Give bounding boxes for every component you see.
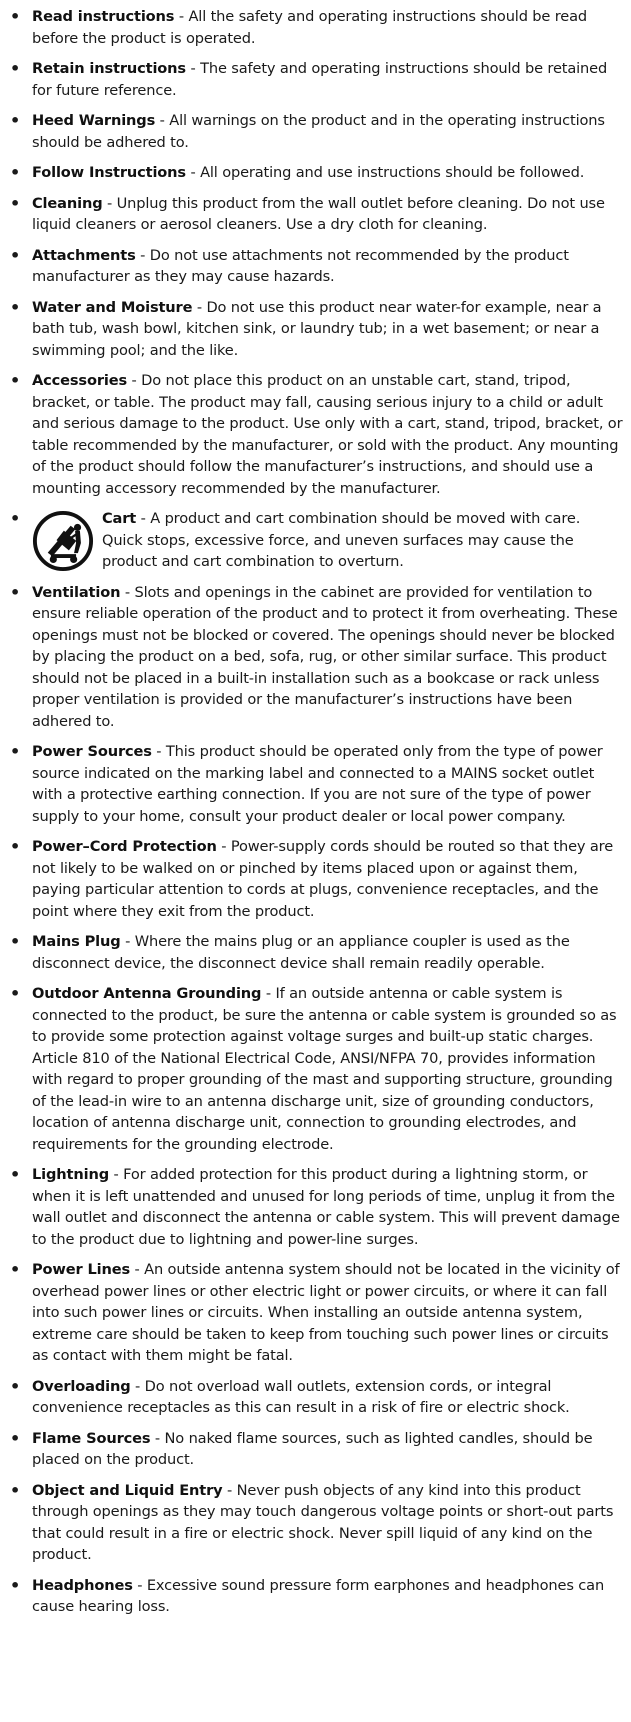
list-item-retain-instructions: • Retain instructions - The safety and op… [8, 58, 623, 101]
list-item-cleaning: • Cleaning - Unplug this product from the… [8, 193, 623, 236]
item-term: Water and Moisture [32, 298, 193, 316]
item-term: Cleaning [32, 194, 103, 212]
item-separator: - [127, 372, 142, 389]
item-separator: - [151, 743, 166, 760]
item-separator: - [136, 510, 151, 527]
item-text: Unplug this product from the wall outlet… [32, 194, 605, 234]
item-separator: - [120, 933, 135, 950]
bullet: • [10, 1575, 21, 1595]
bullet: • [10, 163, 21, 182]
item-term: Headphones [32, 1576, 133, 1594]
item-text: A product and cart combination should be… [102, 510, 581, 570]
item-text: Do not place this product on an unstable… [32, 372, 623, 497]
item-term: Attachments [32, 246, 136, 264]
item-term: Object and Liquid Entry [32, 1481, 223, 1499]
item-separator: - [261, 985, 276, 1002]
item-separator: - [150, 1429, 165, 1447]
item-separator: - [216, 838, 231, 855]
list-item-mains-plug: • Mains Plug - Where the mains plug or an… [8, 931, 623, 974]
bullet: • [10, 837, 21, 856]
item-term: Accessories [32, 372, 128, 389]
list-item-outdoor-antenna-grounding: • Outdoor Antenna Grounding - If an outsi… [8, 983, 623, 1155]
bullet: • [10, 245, 21, 265]
item-term: Read instructions [32, 8, 175, 25]
list-item-overloading: • Overloading - Do not overload wall outl… [8, 1376, 623, 1419]
item-separator: - [192, 298, 207, 316]
list-item-object-and-liquid-entry: • Object and Liquid Entry - Never push ob… [8, 1480, 623, 1566]
bullet: • [10, 1260, 21, 1279]
list-item-lightning: • Lightning - For added protection for th… [8, 1164, 623, 1250]
cart-tipping-warning-icon [32, 510, 94, 572]
item-term: Heed Warnings [32, 112, 156, 129]
bullet: • [10, 7, 21, 26]
list-item-flame-sources: • Flame Sources - No naked flame sources,… [8, 1428, 623, 1471]
item-text: Slots and openings in the cabinet are pr… [32, 583, 618, 730]
item-separator: - [222, 1481, 237, 1499]
bullet: • [10, 582, 21, 602]
list-item-power-lines: • Power Lines - An outside antenna system… [8, 1259, 623, 1367]
item-term: Ventilation [32, 583, 121, 601]
item-term: Power Lines [32, 1261, 131, 1278]
item-separator: - [135, 246, 150, 264]
item-term: Flame Sources [32, 1429, 151, 1447]
list-item-heed-warnings: • Heed Warnings - All warnings on the pro… [8, 110, 623, 153]
list-item-ventilation: • Ventilation - Slots and openings in the… [8, 582, 623, 733]
item-term: Lightning [32, 1166, 109, 1183]
bullet: • [10, 984, 21, 1003]
list-item-accessories: • Accessories - Do not place this product… [8, 370, 623, 499]
item-separator: - [120, 583, 135, 601]
bullet: • [10, 1376, 21, 1396]
item-separator: - [109, 1166, 124, 1183]
list-item-headphones: • Headphones - Excessive sound pressure f… [8, 1575, 623, 1618]
item-term: Retain instructions [32, 60, 186, 77]
bullet: • [10, 742, 21, 761]
item-term: Power Sources [32, 743, 152, 760]
item-separator: - [185, 164, 201, 181]
item-separator: - [102, 194, 117, 212]
list-item-power-cord-protection: • Power–Cord Protection - Power-supply co… [8, 836, 623, 922]
item-text: All operating and use instructions shoul… [200, 164, 585, 181]
bullet: • [10, 59, 21, 78]
list-item-cart: • Cart - A product and cart combination … [8, 508, 623, 573]
item-text: If an outside antenna or cable system is… [32, 985, 617, 1153]
list-item-read-instructions: • Read instructions - All the safety and … [8, 6, 623, 49]
item-separator: - [185, 60, 201, 77]
item-separator: - [174, 8, 189, 25]
item-term: Power–Cord Protection [32, 838, 217, 855]
list-item-attachments: • Attachments - Do not use attachments no… [8, 245, 623, 288]
item-separator: - [132, 1576, 147, 1594]
item-term: Mains Plug [32, 933, 121, 950]
safety-instructions-document: • Read instructions - All the safety and … [0, 0, 631, 1618]
bullet: • [10, 297, 21, 317]
bullet: • [10, 193, 21, 213]
item-separator: - [130, 1261, 145, 1278]
safety-instructions-list: • Read instructions - All the safety and … [8, 6, 623, 1618]
bullet: • [10, 1165, 21, 1184]
list-item-follow-instructions: • Follow Instructions - All operating and… [8, 162, 623, 184]
item-term: Overloading [32, 1377, 131, 1395]
cart-item-text-block: Cart - A product and cart combination sh… [102, 508, 623, 573]
item-separator: - [155, 112, 170, 129]
bullet: • [10, 111, 21, 130]
item-separator: - [130, 1377, 145, 1395]
bullet: • [10, 1480, 21, 1500]
item-term: Cart [102, 510, 137, 527]
item-term: Outdoor Antenna Grounding [32, 985, 262, 1002]
bullet: • [10, 371, 21, 390]
bullet: • [10, 1428, 21, 1448]
list-item-power-sources: • Power Sources - This product should be … [8, 741, 623, 827]
list-item-water-and-moisture: • Water and Moisture - Do not use this pr… [8, 297, 623, 362]
bullet: • [10, 932, 21, 951]
bullet: • [10, 509, 21, 528]
item-term: Follow Instructions [32, 164, 186, 181]
